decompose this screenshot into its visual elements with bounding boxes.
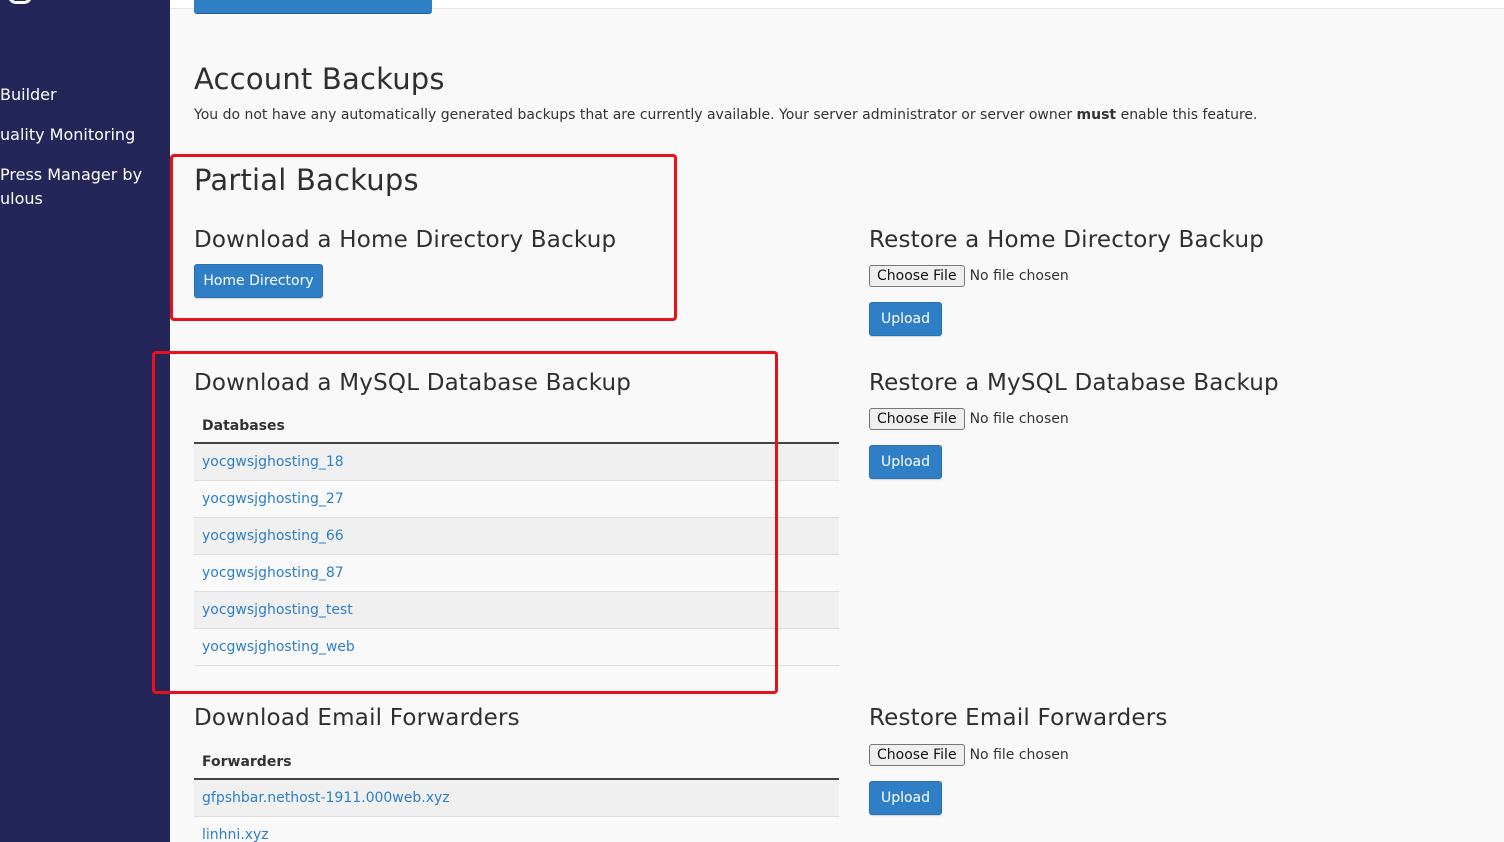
sidebar-item-site-builder[interactable]: Builder bbox=[0, 83, 57, 107]
database-download-link[interactable]: yocgwsjghosting_web bbox=[202, 639, 355, 655]
email-restore-choose-file-button[interactable]: Choose File bbox=[869, 744, 965, 766]
databases-table: Databases yocgwsjghosting_18 yocgwsjghost… bbox=[194, 407, 839, 666]
full-backup-button[interactable] bbox=[194, 0, 432, 14]
table-row: yocgwsjghosting_18 bbox=[194, 444, 839, 481]
email-restore-file-status: No file chosen bbox=[969, 747, 1069, 763]
home-directory-button[interactable]: Home Directory bbox=[194, 264, 323, 298]
mysql-restore-choose-file-button[interactable]: Choose File bbox=[869, 408, 965, 430]
mysql-restore-file-input[interactable]: Choose File No file chosen bbox=[869, 408, 1069, 430]
cpanel-logo-icon[interactable] bbox=[8, 0, 32, 4]
table-row: linhni.xyz bbox=[194, 817, 839, 842]
home-restore-choose-file-button[interactable]: Choose File bbox=[869, 265, 965, 287]
table-row: yocgwsjghosting_test bbox=[194, 592, 839, 629]
mysql-restore-file-status: No file chosen bbox=[969, 411, 1069, 427]
home-restore-file-input[interactable]: Choose File No file chosen bbox=[869, 265, 1069, 287]
database-download-link[interactable]: yocgwsjghosting_87 bbox=[202, 565, 344, 581]
forwarder-download-link[interactable]: gfpshbar.nethost-1911.000web.xyz bbox=[202, 790, 450, 806]
table-row: yocgwsjghosting_web bbox=[194, 629, 839, 666]
forwarders-table-body: gfpshbar.nethost-1911.000web.xyz linhni.x… bbox=[194, 780, 839, 842]
mysql-restore-upload-button[interactable]: Upload bbox=[869, 445, 942, 479]
email-restore-file-input[interactable]: Choose File No file chosen bbox=[869, 744, 1069, 766]
email-restore-upload-button[interactable]: Upload bbox=[869, 781, 942, 815]
home-restore-heading: Restore a Home Directory Backup bbox=[869, 227, 1265, 253]
table-row: yocgwsjghosting_27 bbox=[194, 481, 839, 518]
home-restore-upload-button[interactable]: Upload bbox=[869, 302, 942, 336]
account-backups-note: You do not have any automatically genera… bbox=[194, 107, 1258, 123]
partial-backups-heading: Partial Backups bbox=[194, 163, 419, 197]
table-row: yocgwsjghosting_87 bbox=[194, 555, 839, 592]
database-download-link[interactable]: yocgwsjghosting_18 bbox=[202, 454, 344, 470]
account-backups-heading: Account Backups bbox=[194, 62, 445, 96]
databases-table-body: yocgwsjghosting_18 yocgwsjghosting_27yocg… bbox=[194, 444, 839, 666]
databases-column-header: Databases bbox=[194, 407, 839, 444]
forwarders-column-header: Forwarders bbox=[194, 743, 839, 780]
sidebar-item-wordpress-manager[interactable]: Press Manager by bbox=[0, 163, 142, 187]
mysql-restore-heading: Restore a MySQL Database Backup bbox=[869, 370, 1279, 396]
table-row: yocgwsjghosting_66 bbox=[194, 518, 839, 555]
forwarders-table: Forwarders gfpshbar.nethost-1911.000web.… bbox=[194, 743, 839, 842]
email-forwarders-download-heading: Download Email Forwarders bbox=[194, 705, 520, 731]
email-forwarders-restore-heading: Restore Email Forwarders bbox=[869, 705, 1168, 731]
database-download-link[interactable]: yocgwsjghosting_test bbox=[202, 602, 353, 618]
mysql-download-heading: Download a MySQL Database Backup bbox=[194, 370, 632, 396]
home-restore-file-status: No file chosen bbox=[969, 268, 1069, 284]
database-download-link[interactable]: yocgwsjghosting_27 bbox=[202, 491, 344, 507]
database-download-link[interactable]: yocgwsjghosting_66 bbox=[202, 528, 344, 544]
table-row: gfpshbar.nethost-1911.000web.xyz bbox=[194, 780, 839, 817]
sidebar-item-quality-monitoring[interactable]: uality Monitoring bbox=[0, 123, 135, 147]
sidebar-item-wordpress-manager-cont[interactable]: ulous bbox=[0, 187, 43, 211]
forwarder-download-link[interactable]: linhni.xyz bbox=[202, 827, 269, 842]
sidebar: Builder uality Monitoring Press Manager … bbox=[0, 0, 170, 842]
home-download-heading: Download a Home Directory Backup bbox=[194, 227, 617, 253]
